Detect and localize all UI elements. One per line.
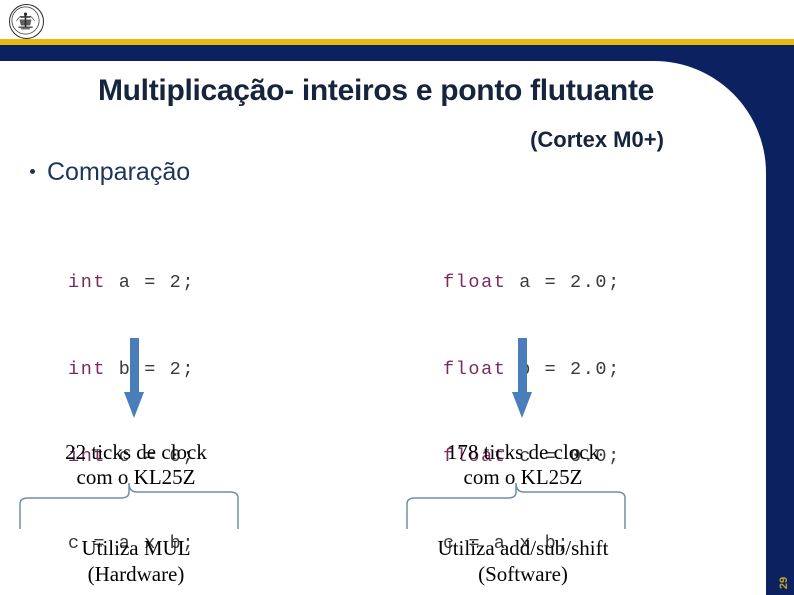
bullet-label: Comparação <box>47 158 191 186</box>
page-number: 29 <box>777 576 790 590</box>
ticks-line-1: 178 ticks de clock <box>446 440 600 464</box>
conclusion-line-1: Utiliza MUL <box>81 536 191 560</box>
code-rest: b = 2; <box>106 359 196 380</box>
code-keyword: int <box>68 272 107 293</box>
bullet-dot-icon <box>30 169 35 174</box>
curly-brace-float <box>405 482 627 530</box>
code-keyword: float <box>443 272 507 293</box>
down-arrow-icon-integer <box>124 338 145 420</box>
university-seal-logo <box>9 4 44 39</box>
code-rest: a = 2.0; <box>506 272 621 293</box>
conclusion-line-1: Utiliza add/sub/shift <box>437 536 609 560</box>
arrow-shaft <box>130 338 139 393</box>
bullet-comparacao: Comparação <box>30 158 190 187</box>
slide-canvas: Multiplicação- inteiros e ponto flutuant… <box>0 0 794 595</box>
header-white-strip <box>0 0 794 39</box>
conclusion-line-2: (Hardware) <box>87 562 185 586</box>
page-title: Multiplicação- inteiros e ponto flutuant… <box>97 74 655 107</box>
arrow-head <box>512 392 532 418</box>
curly-brace-integer <box>18 482 240 530</box>
code-rest: a = 2; <box>106 272 196 293</box>
arrow-head <box>124 392 144 418</box>
code-line: float a = 2.0; <box>443 268 621 297</box>
arrow-shaft <box>518 338 527 393</box>
ticks-line-1: 22 ticks de clock <box>65 440 207 464</box>
down-arrow-icon-float <box>512 338 533 420</box>
conclusion-integer: Utiliza MUL (Hardware) <box>16 535 256 587</box>
code-keyword: float <box>443 359 507 380</box>
code-line: int a = 2; <box>68 268 195 297</box>
subtitle-cortex: (Cortex M0+) <box>530 127 664 152</box>
code-keyword: int <box>68 359 107 380</box>
conclusion-line-2: (Software) <box>478 562 568 586</box>
conclusion-float: Utiliza add/sub/shift (Software) <box>398 535 648 587</box>
